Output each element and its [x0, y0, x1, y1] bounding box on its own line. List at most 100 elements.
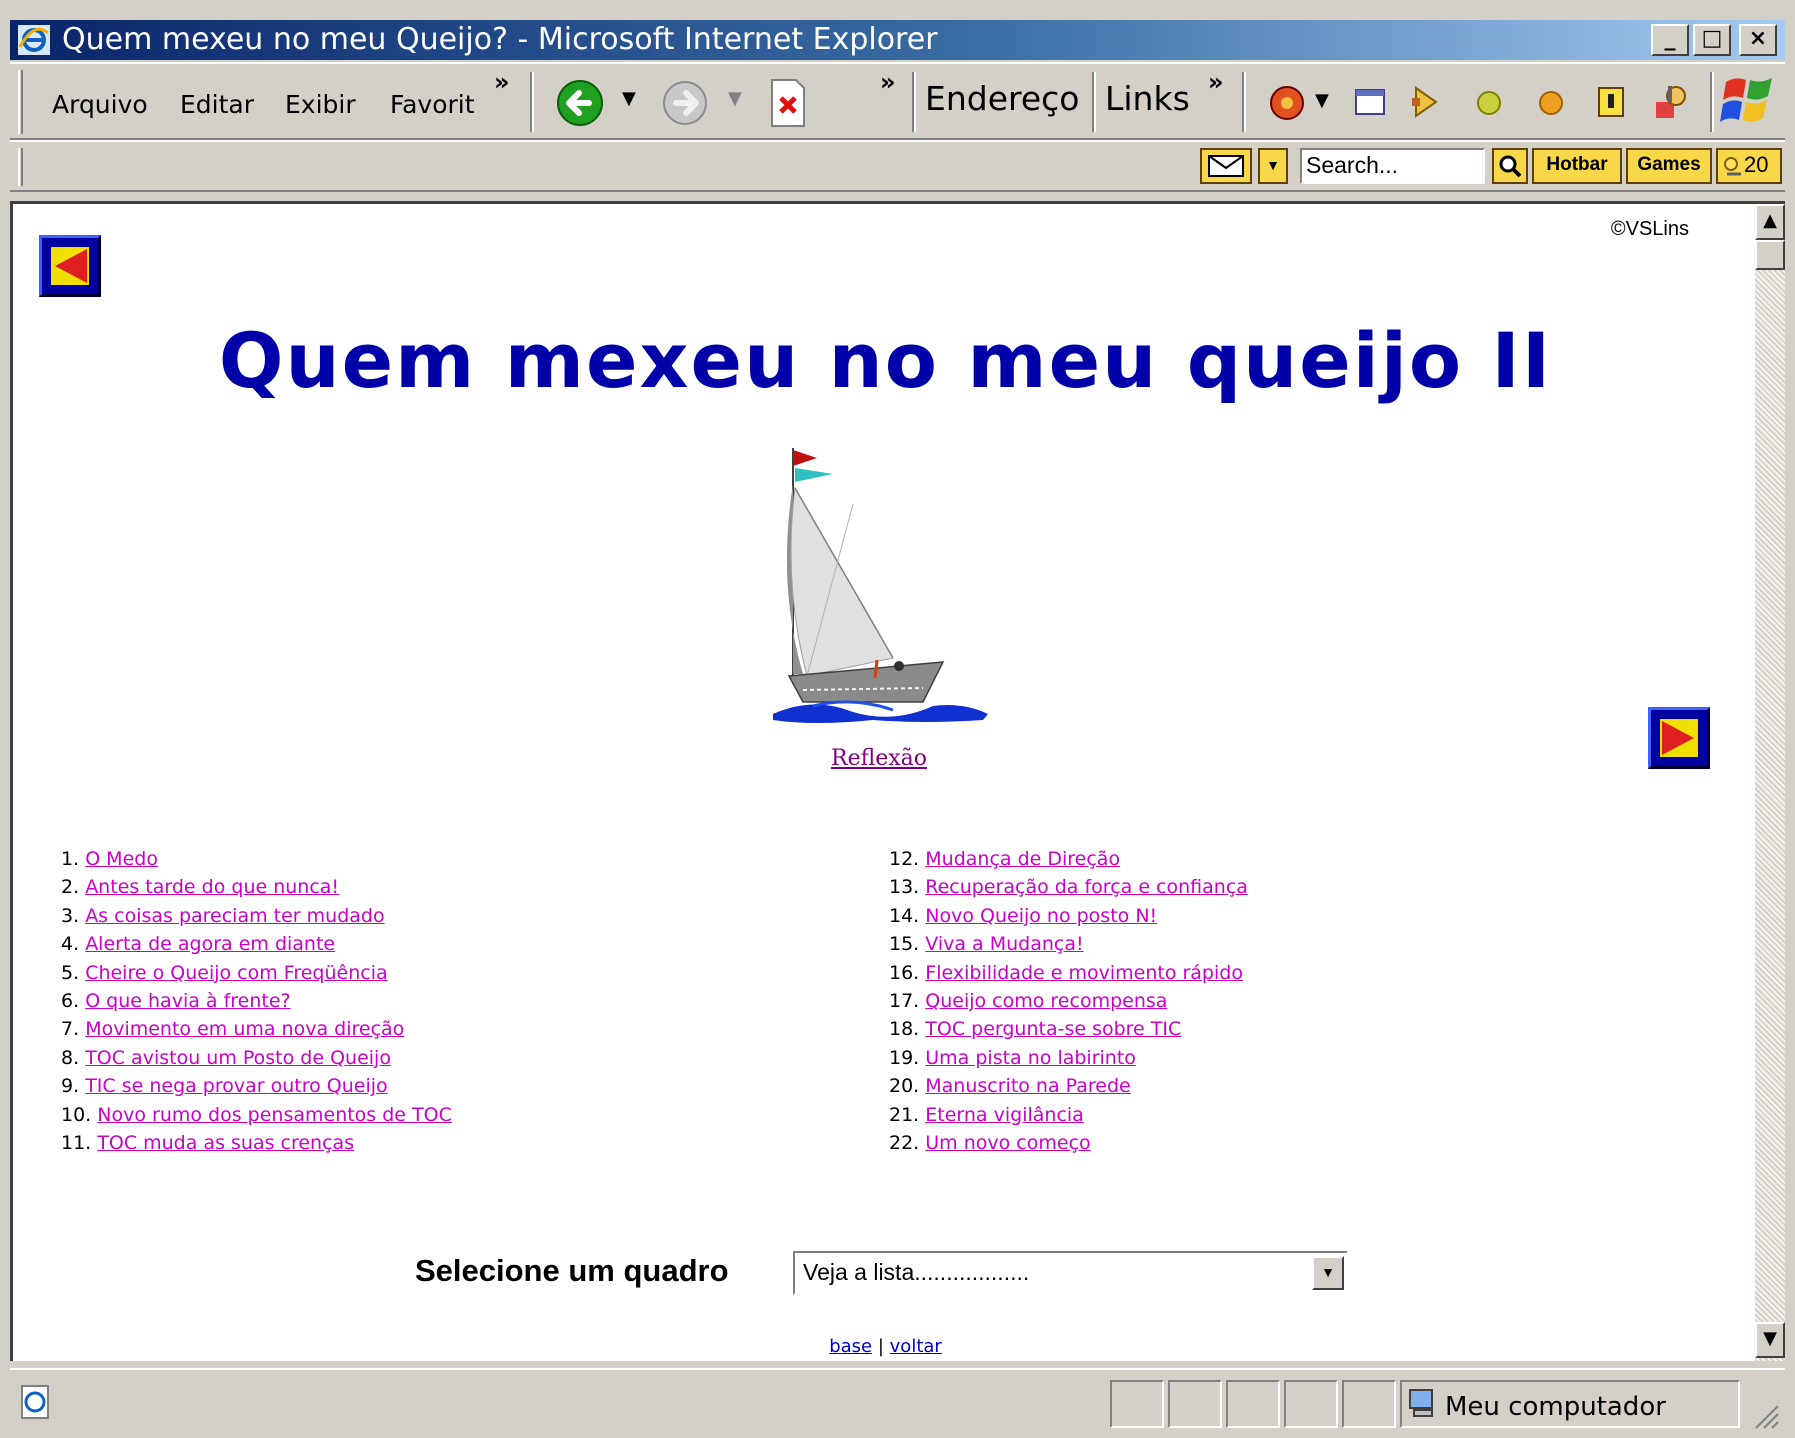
chapter-link[interactable]: Mudança de Direção: [925, 848, 1120, 870]
forward-icon[interactable]: [660, 78, 712, 128]
list-item-number: 9.: [61, 1075, 80, 1098]
scroll-thumb[interactable]: [1755, 240, 1785, 270]
select-frame-label: Selecione um quadro: [415, 1253, 729, 1288]
resize-grip-icon[interactable]: [1750, 1400, 1780, 1430]
chapter-link[interactable]: TOC pergunta-se sobre TIC: [925, 1018, 1181, 1040]
chevron-down-icon[interactable]: ▼: [1312, 1256, 1344, 1290]
computer-icon: [1409, 1389, 1433, 1417]
list-item-number: 6.: [61, 990, 80, 1013]
scroll-down-button[interactable]: ▼: [1755, 1322, 1785, 1358]
chapter-link[interactable]: Cheire o Queijo com Freqüência: [85, 962, 387, 984]
status-panel: [1110, 1380, 1164, 1428]
minimize-button[interactable]: _: [1651, 24, 1689, 56]
chapter-link[interactable]: Uma pista no labirinto: [925, 1047, 1136, 1069]
reflexao-link[interactable]: Reflexão: [831, 746, 927, 771]
list-item: 2. Antes tarde do que nunca!: [61, 873, 452, 901]
links-bar-label[interactable]: Links: [1105, 79, 1190, 118]
list-item: 19. Uma pista no labirinto: [889, 1044, 1248, 1072]
mail-button[interactable]: [1200, 148, 1252, 184]
sailboat-image[interactable]: [773, 444, 993, 734]
lock-icon[interactable]: [1594, 84, 1628, 120]
chapter-link[interactable]: Antes tarde do que nunca!: [85, 876, 339, 898]
chapter-link[interactable]: O Medo: [85, 848, 158, 870]
back-dropdown-icon[interactable]: ▼: [622, 88, 636, 109]
menu-arquivo[interactable]: Arquivo: [52, 90, 148, 119]
forward-dropdown-icon[interactable]: ▼: [728, 88, 742, 109]
list-item: 17. Queijo como recompensa: [889, 987, 1248, 1015]
chapter-link[interactable]: TOC avistou um Posto de Queijo: [85, 1047, 391, 1069]
list-item: 22. Um novo começo: [889, 1129, 1248, 1157]
chapter-link[interactable]: Manuscrito na Parede: [925, 1075, 1130, 1097]
toolbar-overflow-chevron[interactable]: »: [880, 68, 896, 96]
links-overflow-chevron[interactable]: »: [1208, 68, 1224, 96]
mail-dropdown-button[interactable]: ▼: [1258, 148, 1288, 184]
menu-favoritos[interactable]: Favorit: [390, 90, 475, 119]
next-page-button[interactable]: [1648, 707, 1710, 769]
circle-orange-icon[interactable]: [1536, 88, 1566, 118]
list-item: 18. TOC pergunta-se sobre TIC: [889, 1015, 1248, 1043]
title-bar[interactable]: Quem mexeu no meu Queijo? - Microsoft In…: [10, 20, 1785, 60]
list-item-number: 1.: [61, 848, 80, 870]
menu-exibir[interactable]: Exibir: [285, 90, 356, 119]
maximize-button[interactable]: □: [1693, 24, 1731, 56]
circle-green-icon[interactable]: [1474, 88, 1504, 118]
list-item-number: 4.: [61, 933, 80, 956]
list-item-number: 18.: [889, 1018, 920, 1041]
frame-select[interactable]: Veja a lista.................. ▼: [793, 1251, 1348, 1295]
weather-button[interactable]: 20: [1716, 148, 1782, 184]
chapter-link[interactable]: Queijo como recompensa: [925, 990, 1167, 1012]
chapter-link[interactable]: Novo rumo dos pensamentos de TOC: [97, 1104, 452, 1126]
list-item: 20. Manuscrito na Parede: [889, 1072, 1248, 1100]
menu-editar[interactable]: Editar: [180, 90, 254, 119]
arrow-left-icon: [51, 247, 89, 285]
list-item: 14. Novo Queijo no posto N!: [889, 902, 1248, 930]
toolbar-separator: [1242, 72, 1246, 132]
toolbar-grip[interactable]: [18, 148, 23, 186]
chapter-link[interactable]: Viva a Mudança!: [925, 933, 1083, 955]
hotbar-button[interactable]: Hotbar: [1532, 148, 1622, 184]
menu-overflow-chevron[interactable]: »: [494, 68, 510, 96]
copyright-text: ©VSLins: [1610, 218, 1689, 240]
toolbar-grip[interactable]: [18, 70, 23, 134]
list-item-number: 17.: [889, 990, 920, 1013]
search-icon: [1499, 155, 1522, 178]
mail-icon: [1208, 155, 1244, 177]
ie-logo-icon: [18, 25, 50, 55]
weather-temperature: 20: [1744, 152, 1769, 177]
chapter-link[interactable]: Um novo começo: [925, 1132, 1090, 1154]
list-item: 1. O Medo: [61, 845, 452, 873]
search-button[interactable]: [1492, 148, 1528, 184]
chapter-link[interactable]: Flexibilidade e movimento rápido: [925, 962, 1243, 984]
back-icon[interactable]: [555, 78, 609, 128]
search-input[interactable]: Search...: [1300, 148, 1485, 184]
games-button[interactable]: Games: [1626, 148, 1712, 184]
chapter-link[interactable]: TOC muda as suas crenças: [97, 1132, 354, 1154]
sun-cloud-icon: [1724, 157, 1741, 176]
media-dropdown-icon[interactable]: ▼: [1315, 90, 1329, 111]
arrow-icon[interactable]: [1408, 84, 1444, 120]
list-item: 4. Alerta de agora em diante: [61, 930, 452, 958]
chapter-link[interactable]: Recuperação da força e confiança: [925, 876, 1248, 898]
chapter-link[interactable]: Eterna vigilância: [925, 1104, 1084, 1126]
vertical-scrollbar[interactable]: ▲ ▼: [1755, 201, 1785, 1361]
list-item: 8. TOC avistou um Posto de Queijo: [61, 1044, 452, 1072]
tools-icon[interactable]: [1650, 82, 1690, 122]
address-bar-label[interactable]: Endereço: [925, 79, 1080, 118]
scroll-up-button[interactable]: ▲: [1755, 204, 1785, 240]
chapter-link[interactable]: O que havia à frente?: [85, 990, 290, 1012]
chapter-link[interactable]: As coisas pareciam ter mudado: [85, 905, 384, 927]
voltar-link[interactable]: voltar: [890, 1336, 942, 1357]
window-icon[interactable]: [1352, 84, 1388, 120]
close-button[interactable]: ×: [1739, 24, 1777, 56]
chapter-link[interactable]: Movimento em uma nova direção: [85, 1018, 404, 1040]
chapter-link[interactable]: TIC se nega provar outro Queijo: [85, 1075, 387, 1097]
stop-icon[interactable]: [768, 78, 808, 128]
browser-window: Quem mexeu no meu Queijo? - Microsoft In…: [0, 0, 1795, 1438]
base-link[interactable]: base: [829, 1336, 872, 1357]
chapter-list-right: 12. Mudança de Direção 13. Recuperação d…: [889, 845, 1248, 1157]
chapter-link[interactable]: Novo Queijo no posto N!: [925, 905, 1157, 927]
media-icon[interactable]: [1268, 84, 1306, 122]
previous-page-button[interactable]: [39, 235, 101, 297]
status-panel: [1168, 1380, 1222, 1428]
chapter-link[interactable]: Alerta de agora em diante: [85, 933, 335, 955]
